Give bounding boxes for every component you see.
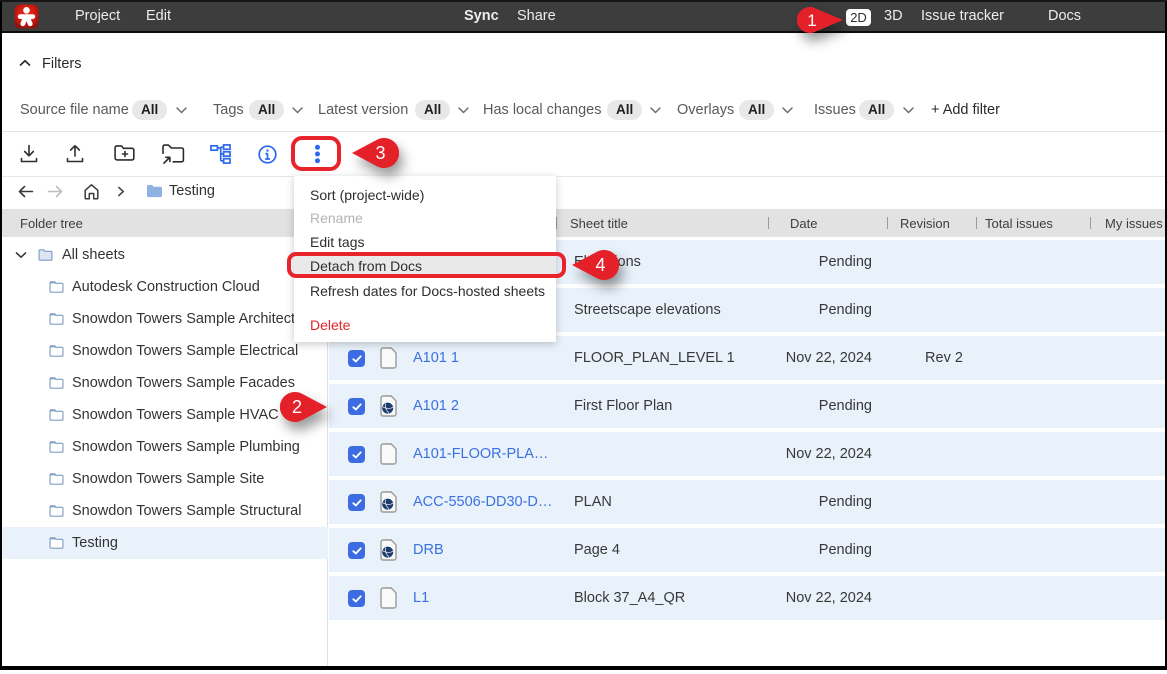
svg-text:4: 4 bbox=[595, 255, 605, 275]
svg-text:1: 1 bbox=[807, 11, 816, 30]
svg-text:3: 3 bbox=[375, 143, 385, 163]
svg-text:2: 2 bbox=[292, 397, 302, 417]
